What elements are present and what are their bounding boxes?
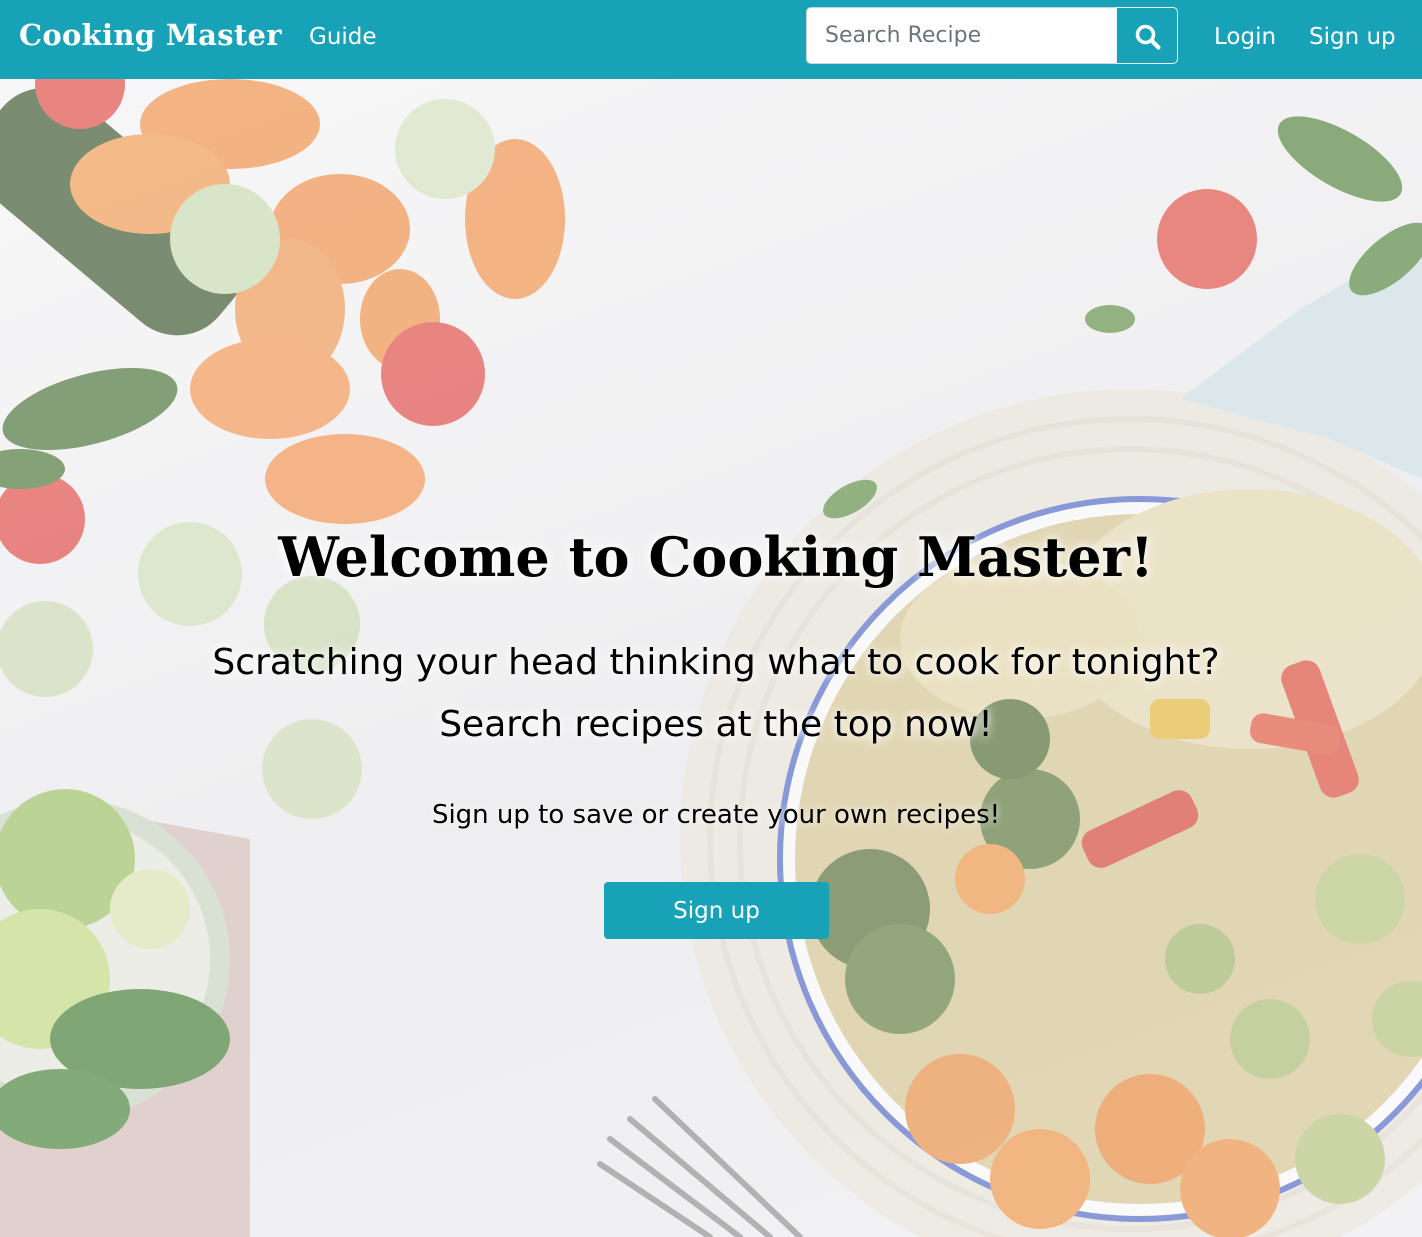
brand-logo[interactable]: Cooking Master [19, 18, 282, 52]
hero-signup-note: Sign up to save or create your own recip… [431, 800, 1001, 830]
search-input[interactable] [806, 7, 1117, 64]
nav-login-link[interactable]: Login [1214, 24, 1276, 50]
search-icon [1135, 24, 1161, 50]
search-button[interactable] [1116, 7, 1178, 64]
nav-guide-link[interactable]: Guide [309, 24, 377, 50]
nav-signup-link[interactable]: Sign up [1309, 24, 1396, 50]
hero-section: Welcome to Cooking Master! Scratching yo… [0, 79, 1422, 1237]
hero-subtitle-line1: Scratching your head thinking what to co… [212, 642, 1220, 683]
hero-subtitle-line2: Search recipes at the top now! [439, 704, 993, 745]
hero-signup-button[interactable]: Sign up [604, 882, 829, 939]
navbar: Cooking Master Guide Login Sign up [0, 0, 1422, 79]
hero-title: Welcome to Cooking Master! [278, 525, 1154, 589]
